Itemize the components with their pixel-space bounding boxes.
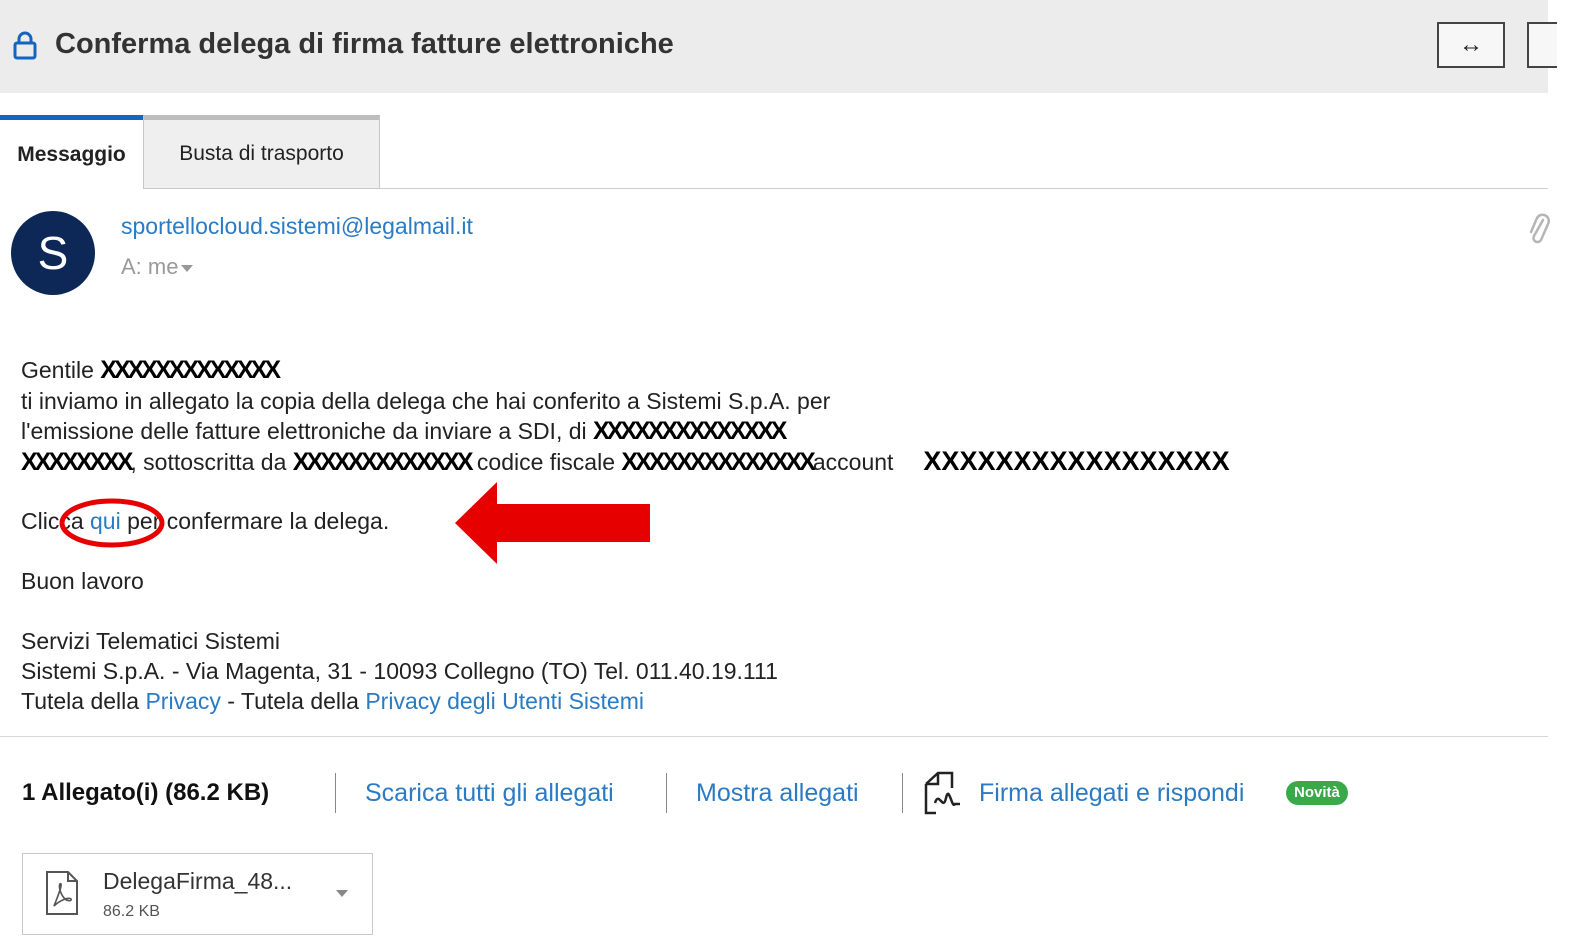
sender-email-link[interactable]: sportellocloud.sistemi@legalmail.it xyxy=(121,213,473,240)
privacy-text-a: Tutela della xyxy=(21,688,146,714)
download-all-link[interactable]: Scarica tutti gli allegati xyxy=(365,779,614,808)
annotation-arrow-icon xyxy=(455,482,650,564)
redacted-company: XXXXXXXXXXXXXX xyxy=(593,417,787,445)
expand-width-button[interactable]: ↔ xyxy=(1437,22,1505,68)
greeting-text: Gentile xyxy=(21,357,101,383)
body-line-closing: Buon lavoro xyxy=(21,568,144,594)
pdf-file-icon xyxy=(46,871,78,915)
chevron-down-icon xyxy=(181,264,194,272)
privacy-users-link[interactable]: Privacy degli Utenti Sistemi xyxy=(365,688,644,714)
signature-line-2: Sistemi S.p.A. - Via Magenta, 31 - 10093… xyxy=(21,658,778,684)
sender-avatar: S xyxy=(11,211,95,295)
attachment-filename[interactable]: DelegaFirma_48... xyxy=(103,868,292,895)
body-line-4-text-b: codice fiscale xyxy=(470,449,622,475)
signature-line-1: Servizi Telematici Sistemi xyxy=(21,628,281,654)
recipient-label: A: me xyxy=(121,254,179,279)
recipient-toggle[interactable]: A: me xyxy=(121,254,194,280)
lock-icon xyxy=(13,31,37,60)
body-line-4: XXXXXXXX, sottoscritta da XXXXXXXXXXXXX … xyxy=(21,447,1230,476)
tab-busta-di-trasporto[interactable]: Busta di trasporto xyxy=(143,115,380,189)
redacted-name: XXXXXXXXXXXXX xyxy=(100,356,281,384)
privacy-link[interactable]: Privacy xyxy=(145,688,220,714)
body-line-3-text: l'emissione delle fatture elettroniche d… xyxy=(21,418,594,444)
separator xyxy=(335,773,336,813)
annotation-circle xyxy=(59,498,165,548)
body-line-4-text-c: account xyxy=(812,449,894,475)
redacted-account: XXXXXXXXXXXXXXXXX xyxy=(923,446,1230,476)
attachment-count: 1 Allegato(i) (86.2 KB) xyxy=(22,779,270,806)
redacted-fiscal-code: XXXXXXXXXXXXXX xyxy=(621,448,815,476)
paperclip-icon xyxy=(1529,213,1550,244)
redacted-vat: XXXXXXXX xyxy=(21,448,133,476)
privacy-text-b: - Tutela della xyxy=(220,688,366,714)
new-feature-badge: Novità xyxy=(1286,781,1348,805)
body-line-2: ti inviamo in allegato la copia della de… xyxy=(21,388,831,414)
chevron-down-icon[interactable] xyxy=(336,890,348,897)
message-subject: Conferma delega di firma fatture elettro… xyxy=(55,28,674,60)
double-arrow-icon: ↔ xyxy=(1459,31,1483,58)
sign-and-reply-link[interactable]: Firma allegati e rispondi xyxy=(979,779,1244,808)
body-line-4-text-a: , sottoscritta da xyxy=(130,449,293,475)
more-actions-button[interactable] xyxy=(1527,22,1557,68)
attachments-divider xyxy=(0,736,1548,737)
separator xyxy=(902,773,903,813)
tab-messaggio[interactable]: Messaggio xyxy=(0,115,143,189)
separator xyxy=(666,773,667,813)
sign-document-icon[interactable] xyxy=(922,770,962,816)
body-line-greeting: Gentile XXXXXXXXXXXXX xyxy=(21,356,281,384)
show-attachments-link[interactable]: Mostra allegati xyxy=(696,779,859,808)
signature-line-3: Tutela della Privacy - Tutela della Priv… xyxy=(21,687,644,715)
redacted-signer: XXXXXXXXXXXXX xyxy=(292,448,474,476)
body-line-3: l'emissione delle fatture elettroniche d… xyxy=(21,417,787,445)
attachment-size: 86.2 KB xyxy=(103,903,160,920)
